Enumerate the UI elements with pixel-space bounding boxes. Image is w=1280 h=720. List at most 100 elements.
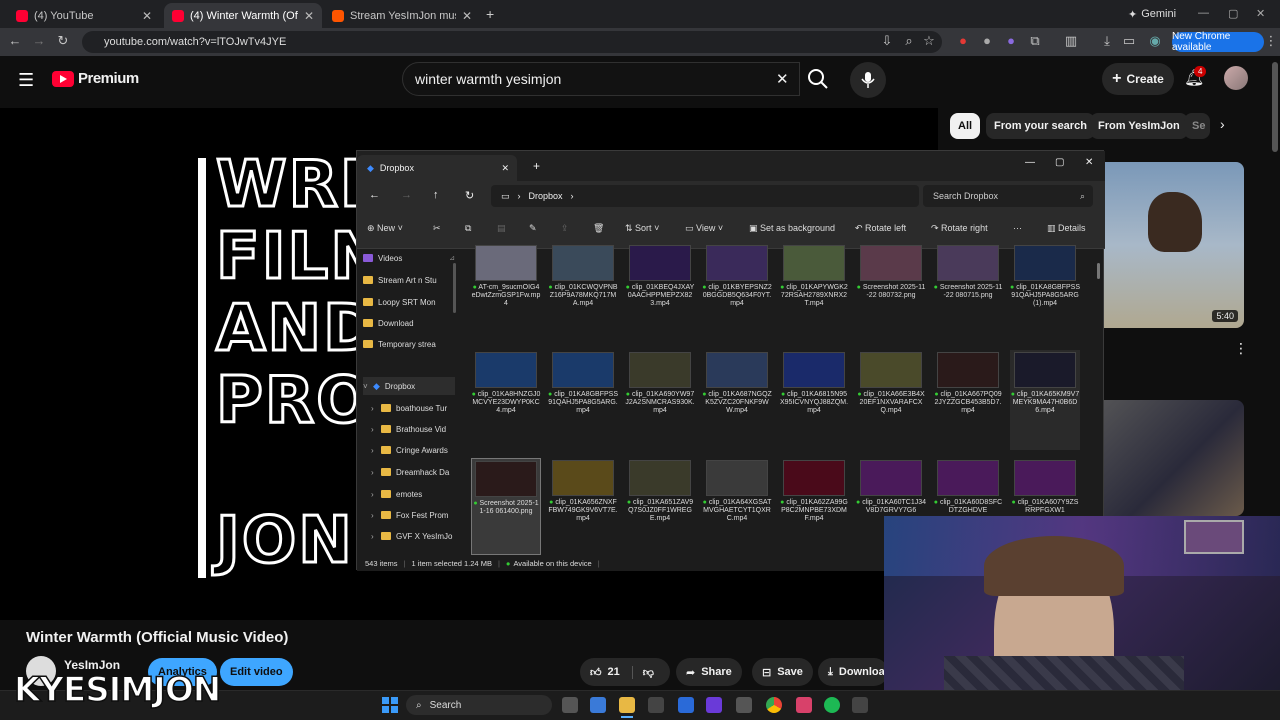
app-icon[interactable] xyxy=(852,697,868,713)
mail-icon[interactable] xyxy=(678,697,694,713)
back-icon[interactable]: ← xyxy=(6,33,24,48)
save-button[interactable]: ⊟ Save xyxy=(752,658,813,686)
paste-icon[interactable]: ▤ xyxy=(497,223,506,234)
close-tab-icon[interactable]: ✕ xyxy=(501,163,509,174)
browser-tab-youtube[interactable]: (4) YouTube ✕ xyxy=(8,3,160,28)
copilot-icon[interactable] xyxy=(590,697,606,713)
new-tab-icon[interactable]: + xyxy=(486,6,494,22)
file-tile[interactable]: ● clip_01KA651ZAV9Q7S0JZ0FF1WREGE.mp4 xyxy=(625,458,695,555)
gemini-button[interactable]: ✦ Gemini xyxy=(1128,8,1176,21)
browser-tab-winter-warmth[interactable]: (4) Winter Warmth (Official Mu ✕ xyxy=(164,3,322,28)
address-bar[interactable]: youtube.com/watch?v=lTOJwTv4JYE xyxy=(82,31,942,53)
voice-search-button[interactable] xyxy=(850,62,886,98)
rename-icon[interactable]: ✎ xyxy=(529,223,537,234)
view-button[interactable]: ▭ View ˅ xyxy=(685,223,723,234)
create-button[interactable]: + Create xyxy=(1102,63,1174,95)
download-button[interactable]: ⤓ Download xyxy=(818,658,888,686)
expand-chevron-icon[interactable]: › xyxy=(371,468,381,477)
file-tile[interactable]: ● clip_01KAPYWGK272RSAH2789XNRX2T.mp4 xyxy=(779,243,849,343)
thumbs-down-icon[interactable]: 👎︎ xyxy=(631,665,654,679)
chips-next-icon[interactable]: › xyxy=(1220,116,1225,132)
app-icon[interactable] xyxy=(736,697,752,713)
extension-icon[interactable]: ● xyxy=(978,33,996,48)
nav-item[interactable]: Loopy SRT Mon xyxy=(363,293,455,311)
zoom-icon[interactable]: ⌕ xyxy=(900,33,918,49)
file-explorer-taskbar-icon[interactable] xyxy=(619,697,635,713)
install-icon[interactable]: ⇩ xyxy=(878,33,896,49)
nav-item[interactable]: › Brathouse Vid xyxy=(371,420,463,438)
expand-chevron-icon[interactable]: › xyxy=(371,532,381,541)
store-icon[interactable] xyxy=(648,697,664,713)
refresh-icon[interactable]: ↻ xyxy=(465,189,474,202)
file-tile[interactable]: ● clip_01KBEQ4JXAY0AACHPPMEPZX823.mp4 xyxy=(625,243,695,343)
file-tile[interactable]: ● clip_01KA8GBFPSS91QAHJ5PA8G5ARG (1).mp… xyxy=(1010,243,1080,343)
close-tab-icon[interactable]: ✕ xyxy=(142,9,152,23)
side-panel-icon[interactable]: ▥ xyxy=(1062,33,1080,49)
extension-icon[interactable]: ● xyxy=(954,33,972,48)
nav-item[interactable]: Temporary strea xyxy=(363,335,455,353)
file-tile[interactable]: ● clip_01KA62ZA99GP8C2MNPBE73XDMF.mp4 xyxy=(779,458,849,555)
file-tile[interactable]: ● clip_01KA6815N95X95ICVNYQJ88ZQM.mp4 xyxy=(779,350,849,450)
cut-icon[interactable]: ✂ xyxy=(433,223,441,234)
expand-chevron-icon[interactable]: › xyxy=(371,425,381,434)
task-view-icon[interactable] xyxy=(562,697,578,713)
collapse-chevron-icon[interactable]: ˅ xyxy=(363,382,373,391)
file-tile[interactable]: ● clip_01KA66E3B4X20EF1NXVARAFCXQ.mp4 xyxy=(856,350,926,450)
file-tile[interactable]: ● clip_01KA8HNZGJ0MCVYE23DWYP0KC4.mp4 xyxy=(471,350,541,450)
account-avatar[interactable] xyxy=(1224,66,1248,90)
close-tab-icon[interactable]: ✕ xyxy=(462,9,472,23)
expand-chevron-icon[interactable]: › xyxy=(371,490,381,499)
spotify-icon[interactable] xyxy=(824,697,840,713)
expand-chevron-icon[interactable]: › xyxy=(371,446,381,455)
minimize-icon[interactable]: — xyxy=(1025,157,1035,168)
back-icon[interactable]: ← xyxy=(369,189,380,201)
chrome-menu-icon[interactable]: ⋮ xyxy=(1262,33,1280,49)
youtube-search-input[interactable]: winter warmth yesimjon xyxy=(402,62,800,96)
windows-start-icon[interactable] xyxy=(382,697,398,713)
new-chrome-available-button[interactable]: New Chrome available xyxy=(1172,31,1264,53)
file-tile[interactable]: ● clip_01KA656ZNXFFBW749GK9V6VT7E.mp4 xyxy=(548,458,618,555)
file-tile[interactable]: ● Screenshot 2025-11-22 080732.png xyxy=(856,243,926,343)
nav-item[interactable]: ˅ ◆ Dropbox xyxy=(363,377,455,395)
page-scrollbar[interactable] xyxy=(1272,62,1278,152)
more-options-icon[interactable]: ··· xyxy=(1013,223,1022,233)
explorer-tab[interactable]: ◆ Dropbox ✕ xyxy=(357,155,517,181)
chip-partial[interactable]: Se xyxy=(1184,113,1210,139)
file-tile[interactable]: ● Screenshot 2025-11-22 080715.png xyxy=(933,243,1003,343)
new-button[interactable]: ⊕ New ˅ xyxy=(367,223,403,234)
more-options-icon[interactable]: ⋮ xyxy=(1234,340,1248,357)
downloads-icon[interactable]: ⤓ xyxy=(1098,33,1116,49)
details-button[interactable]: ▥ Details xyxy=(1047,223,1086,234)
file-tile[interactable]: ● clip_01KA64XGSATMVGHAETCYT1QXRC.mp4 xyxy=(702,458,772,555)
file-tile[interactable]: ● clip_01KA8GBFPSS91QAHJ5PA8G5ARG.mp4 xyxy=(548,350,618,450)
file-tile[interactable]: ● clip_01KBYEPSNZ20BGGDB5Q634F0YT.mp4 xyxy=(702,243,772,343)
profile-icon[interactable]: ◉ xyxy=(1146,33,1164,49)
nav-item[interactable]: › Dreamhack Da xyxy=(371,463,463,481)
bookmark-star-icon[interactable]: ☆ xyxy=(920,33,938,49)
share-icon[interactable]: ⇪ xyxy=(561,223,569,234)
reload-icon[interactable]: ↻ xyxy=(54,33,72,49)
hamburger-menu-icon[interactable]: ☰ xyxy=(18,70,34,91)
explorer-breadcrumb[interactable]: ▭ › Dropbox › xyxy=(491,185,919,207)
forward-icon[interactable]: → xyxy=(30,33,48,48)
file-tile[interactable]: ● clip_01KA667PQ092JYZZGCB453B5D7.mp4 xyxy=(933,350,1003,450)
extensions-puzzle-icon[interactable]: ⧉ xyxy=(1026,33,1044,49)
minimize-icon[interactable]: — xyxy=(1198,7,1209,19)
chrome-taskbar-icon[interactable] xyxy=(766,697,782,713)
nav-item[interactable]: › GVF X YesImJo xyxy=(371,527,463,545)
extension-icon[interactable]: ● xyxy=(1002,33,1020,48)
delete-icon[interactable]: 🗑︎ xyxy=(593,223,604,234)
close-window-icon[interactable]: ✕ xyxy=(1256,7,1265,20)
forward-icon[interactable]: → xyxy=(401,189,412,201)
app-icon[interactable] xyxy=(796,697,812,713)
nav-item[interactable]: › boathouse Tur xyxy=(371,399,463,417)
share-button[interactable]: ➦ Share xyxy=(676,658,742,686)
nav-item[interactable]: Download xyxy=(363,314,455,332)
chip-all[interactable]: All xyxy=(950,113,981,139)
explorer-search-input[interactable]: Search Dropbox ⌕ xyxy=(923,185,1093,207)
copy-icon[interactable]: ⧉ xyxy=(465,223,471,234)
maximize-icon[interactable]: ▢ xyxy=(1055,157,1064,168)
app-icon[interactable] xyxy=(706,697,722,713)
close-window-icon[interactable]: ✕ xyxy=(1085,157,1093,168)
file-tile[interactable]: ● AT-cm_9sucmOIG4eDwtZzmGSP1Fw.mp4 xyxy=(471,243,541,343)
